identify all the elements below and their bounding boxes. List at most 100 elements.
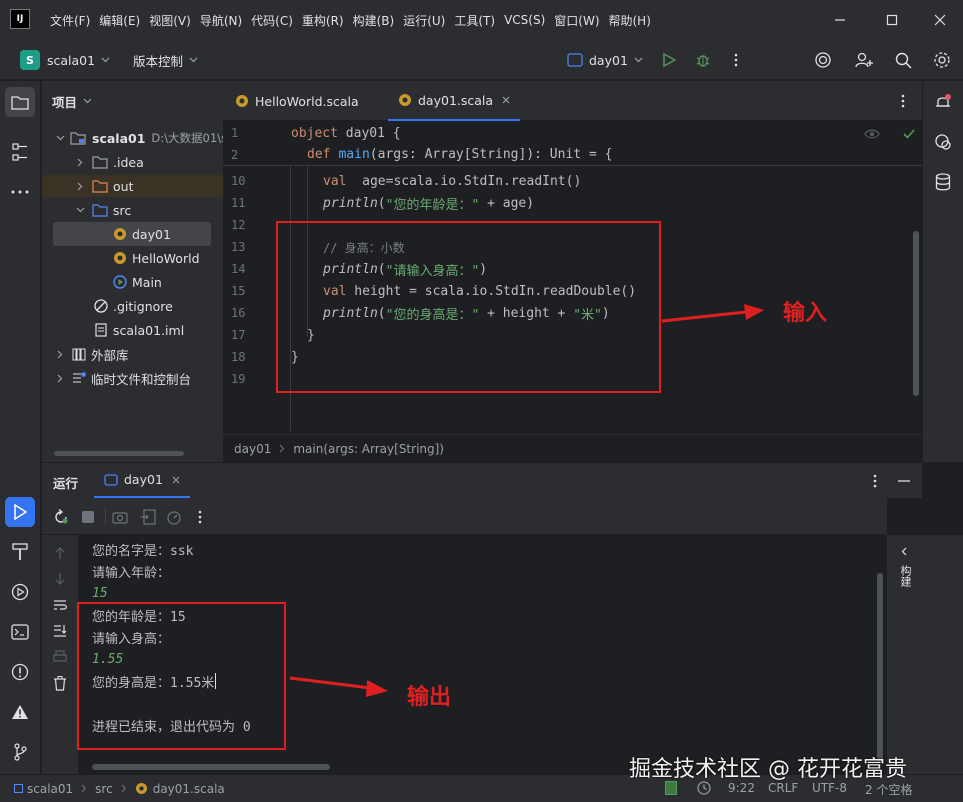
settings-gear-icon[interactable] [932, 50, 952, 70]
tab-day01[interactable]: day01.scala [388, 81, 521, 121]
clock-icon[interactable] [697, 781, 711, 795]
trash-icon[interactable] [50, 673, 70, 693]
editor-vertical-scrollbar[interactable] [913, 231, 919, 396]
line-separator[interactable]: CRLF [768, 781, 798, 795]
menu-file[interactable]: 文件(F) [50, 12, 90, 29]
tree-item-out[interactable]: out [42, 175, 223, 197]
cursor-position[interactable]: 9:22 [728, 781, 755, 795]
tree-item-idea[interactable]: . idea [74, 151, 144, 173]
close-tab-icon[interactable] [502, 96, 510, 104]
more-icon[interactable] [190, 507, 210, 527]
arrow-up-icon[interactable] [50, 543, 70, 563]
main-toolbar: S scala01 版本控制 day01 [0, 40, 963, 80]
project-selector[interactable]: S scala01 [20, 49, 110, 71]
tree-item-src[interactable]: src [74, 199, 131, 221]
menu-window[interactable]: 窗口(W) [554, 12, 599, 29]
database-icon[interactable] [928, 167, 958, 197]
run-icon[interactable] [659, 50, 679, 70]
scroll-to-end-icon[interactable] [50, 621, 70, 641]
maximize-icon[interactable] [882, 10, 902, 30]
reader-mode-eye-icon[interactable] [863, 126, 881, 142]
menu-vcs[interactable]: VCS(S) [504, 13, 545, 27]
vcs-selector[interactable]: 版本控制 [133, 49, 198, 71]
print-icon[interactable] [50, 647, 70, 667]
add-user-icon[interactable] [853, 50, 875, 70]
memory-indicator-icon[interactable] [664, 781, 678, 795]
more-tools-icon[interactable] [5, 177, 35, 207]
run-panel-options-icon[interactable] [865, 471, 885, 491]
problems-icon[interactable] [5, 657, 35, 687]
stop-icon[interactable] [78, 507, 98, 527]
status-path-item[interactable]: day01.scala [153, 782, 225, 796]
close-window-icon[interactable] [930, 10, 950, 30]
console-horizontal-scrollbar[interactable] [92, 764, 330, 770]
close-tab-icon[interactable] [172, 476, 180, 484]
structure-icon[interactable] [5, 137, 35, 167]
menu-navigate[interactable]: 导航(N) [200, 12, 242, 29]
breadcrumb-item[interactable]: day01 [234, 442, 271, 456]
tree-item-day01[interactable]: day01 [53, 222, 211, 246]
scala-object-icon [113, 251, 127, 265]
tab-helloworld[interactable]: HelloWorld.scala [235, 81, 359, 121]
run-tool-icon[interactable] [5, 497, 35, 527]
tree-item-root[interactable]: scala01 D:\大数据01\sc [54, 127, 233, 149]
status-path-item[interactable]: src [95, 782, 113, 796]
ai-chat-icon[interactable] [928, 127, 958, 157]
menu-edit[interactable]: 编辑(E) [99, 12, 140, 29]
screenshot-icon[interactable] [110, 507, 130, 527]
attach-icon[interactable] [138, 507, 158, 527]
debug-icon[interactable] [693, 50, 713, 70]
tree-item-external-libs[interactable]: 外部库 [54, 343, 129, 365]
console-line: 您的名字是：ssk [92, 543, 194, 559]
indent-setting[interactable]: 2 个空格 [865, 781, 912, 798]
library-icon [72, 347, 86, 361]
chevron-down-icon [189, 57, 198, 63]
rerun-icon[interactable] [51, 507, 71, 527]
breadcrumb-item[interactable]: main(args: Array[String]) [293, 442, 444, 456]
chevron-down-icon [83, 98, 92, 104]
hide-panel-icon[interactable] [894, 471, 914, 491]
scala-object-icon [113, 227, 127, 241]
terminal-icon[interactable] [5, 617, 35, 647]
menu-tools[interactable]: 工具(T) [454, 12, 495, 29]
tree-item-scratches[interactable]: 临时文件和控制台 [54, 367, 191, 389]
arrow-down-icon[interactable] [50, 569, 70, 589]
project-folder-icon[interactable] [5, 87, 35, 117]
search-icon[interactable] [893, 50, 913, 70]
profiler-icon[interactable] [164, 507, 184, 527]
console-vertical-scrollbar[interactable] [877, 573, 883, 763]
ai-assistant-icon[interactable] [812, 50, 834, 70]
run-config-selector[interactable]: day01 [567, 49, 643, 71]
soft-wrap-icon[interactable] [50, 595, 70, 615]
menu-build[interactable]: 构建(B) [353, 12, 395, 29]
more-actions-icon[interactable] [726, 50, 746, 70]
chevron-left-icon[interactable] [896, 543, 912, 559]
warning-icon[interactable] [5, 697, 35, 727]
menu-code[interactable]: 代码(C) [251, 12, 293, 29]
runnable-class-icon [113, 275, 127, 289]
run-tab-day01[interactable]: day01 [94, 463, 190, 498]
tree-item-iml[interactable]: scala01.iml [94, 319, 184, 341]
tree-item-helloworld[interactable]: HelloWorld [113, 247, 200, 269]
chevron-right-icon [54, 374, 66, 383]
menu-view[interactable]: 视图(V) [149, 12, 191, 29]
file-encoding[interactable]: UTF-8 [812, 781, 847, 795]
project-horizontal-scrollbar[interactable] [54, 451, 184, 456]
status-path-item[interactable]: scala01 [27, 782, 73, 796]
tree-item-main[interactable]: Main [113, 271, 162, 293]
run-config-icon [104, 473, 118, 486]
menu-help[interactable]: 帮助(H) [609, 12, 651, 29]
build-side-tab[interactable]: 构建 [898, 565, 912, 587]
menu-run[interactable]: 运行(U) [403, 12, 445, 29]
build-hammer-icon[interactable] [5, 537, 35, 567]
git-branch-icon[interactable] [5, 737, 35, 767]
menu-refactor[interactable]: 重构(R) [302, 12, 344, 29]
services-icon[interactable] [5, 577, 35, 607]
app-logo[interactable]: IJ [10, 9, 30, 29]
ignore-file-icon [94, 299, 108, 313]
tab-options-icon[interactable] [893, 91, 913, 111]
notifications-bell-icon[interactable] [928, 87, 958, 117]
tree-item-gitignore[interactable]: .gitignore [94, 295, 173, 317]
minimize-icon[interactable] [830, 10, 850, 30]
project-panel-header[interactable]: 项目 [52, 91, 92, 111]
